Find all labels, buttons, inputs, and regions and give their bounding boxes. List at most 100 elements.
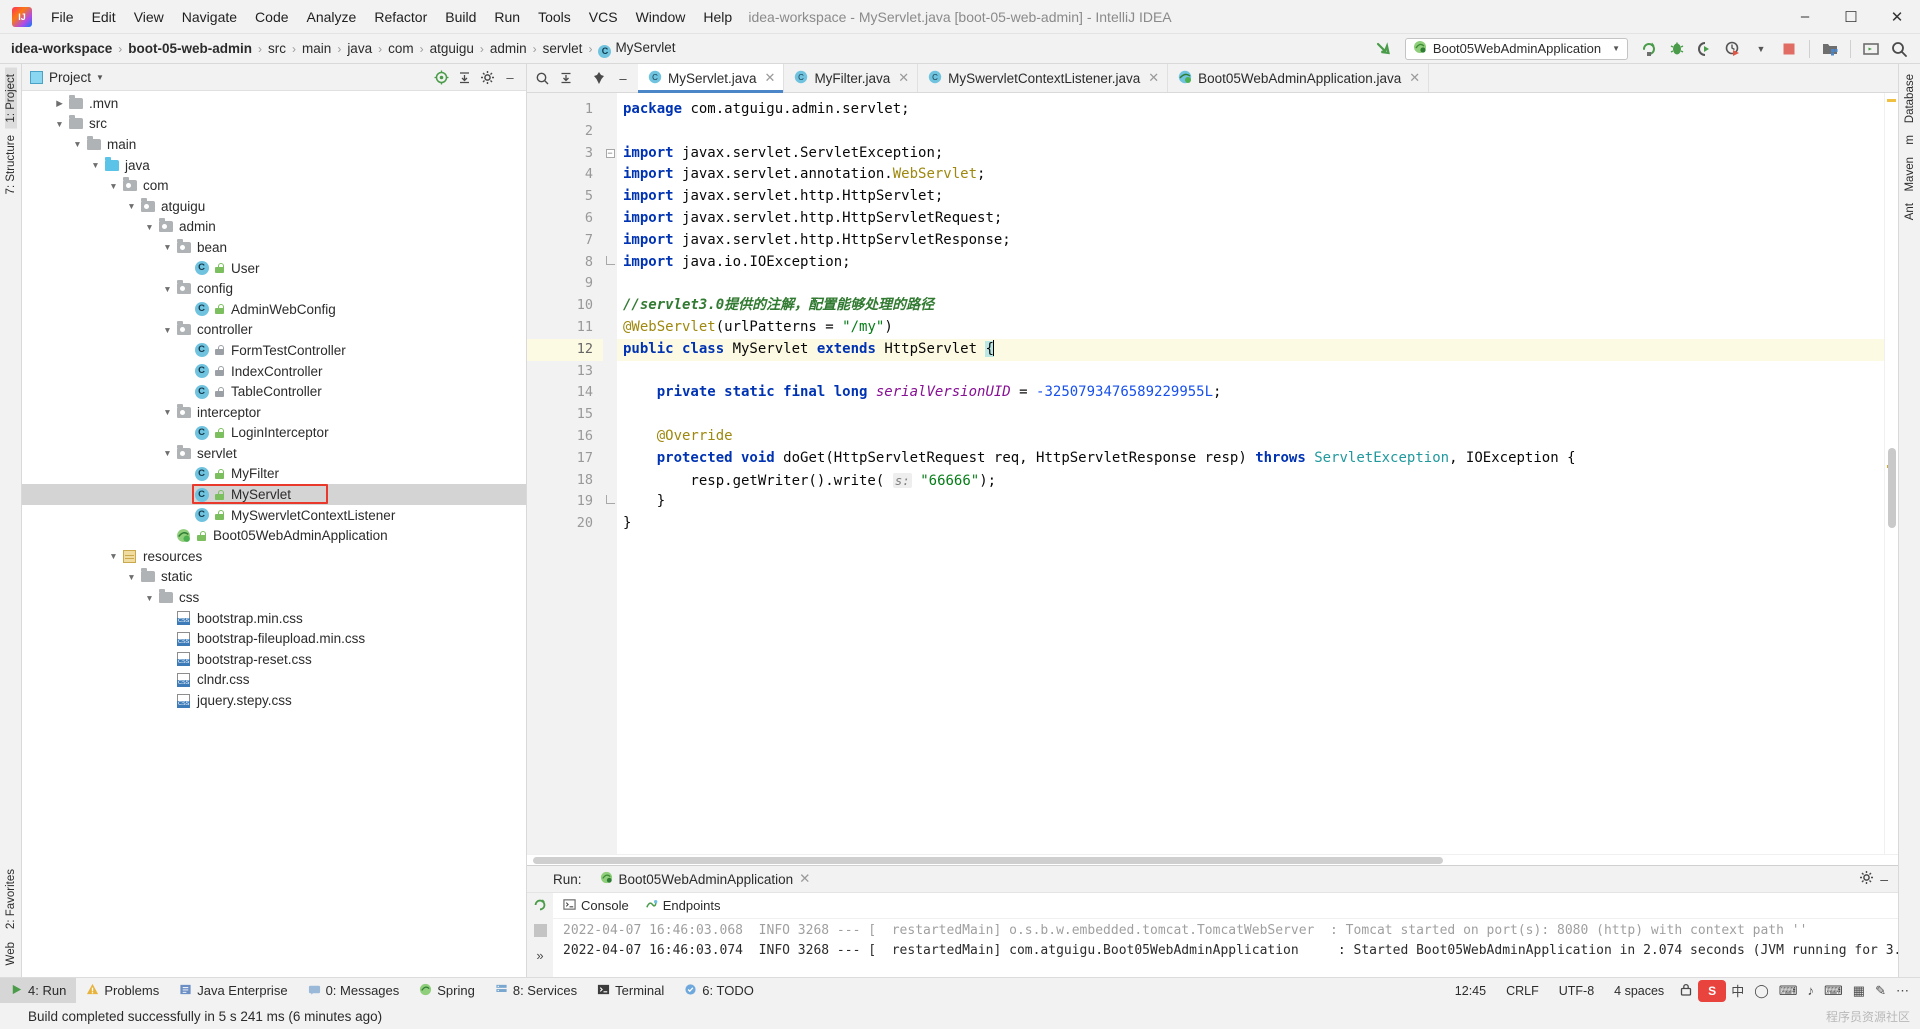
ime-item-more[interactable]: ⋯ [1891, 983, 1914, 999]
code-editor[interactable]: 1234567891011121314151617↑@◉181920 − pac… [527, 93, 1898, 854]
tree-node-logininterceptor[interactable]: ▶CLoginInterceptor [22, 423, 526, 444]
breadcrumb-item-src[interactable]: src [265, 39, 289, 58]
rail-item-web[interactable]: Web [5, 936, 17, 971]
ime-item-chinese[interactable]: 中 [1726, 981, 1749, 1000]
line-number[interactable]: 15 [527, 404, 603, 426]
chevron-down-icon[interactable]: ▼ [1612, 44, 1620, 53]
tree-node-adminwebconfig[interactable]: ▶CAdminWebConfig [22, 299, 526, 320]
line-number[interactable]: 8 [527, 252, 603, 274]
line-number[interactable]: 18 [527, 470, 603, 492]
code-line[interactable] [617, 404, 1884, 426]
rail-item-database[interactable]: Database [1904, 68, 1916, 129]
stop-icon[interactable] [534, 924, 547, 940]
code-line[interactable] [617, 361, 1884, 383]
tree-node-atguigu[interactable]: ▼atguigu [22, 196, 526, 217]
editor-scrollbar-thumb[interactable] [1888, 448, 1896, 528]
chevron-down-icon[interactable]: ▼ [124, 572, 139, 582]
menu-help[interactable]: Help [694, 5, 741, 29]
tree-node-bean[interactable]: ▼bean [22, 237, 526, 258]
line-number[interactable]: 11 [527, 317, 603, 339]
tree-node-static[interactable]: ▼static [22, 567, 526, 588]
locate-icon[interactable] [531, 67, 553, 89]
code-line[interactable]: @WebServlet(urlPatterns = "/my") [617, 317, 1884, 339]
tree-node-admin[interactable]: ▼admin [22, 217, 526, 238]
code-line[interactable]: import javax.servlet.http.HttpServlet; [617, 186, 1884, 208]
chevron-down-icon[interactable]: ▼ [106, 181, 121, 191]
menu-vcs[interactable]: VCS [580, 5, 627, 29]
search-everywhere-icon[interactable] [1886, 37, 1912, 61]
tree-node-bootstrap-min-css[interactable]: ▶bootstrap.min.css [22, 608, 526, 629]
hide-panel-icon[interactable]: – [500, 67, 520, 87]
menu-window[interactable]: Window [627, 5, 695, 29]
editor-marker-track[interactable] [1884, 93, 1898, 854]
code-line[interactable]: import javax.servlet.ServletException; [617, 143, 1884, 165]
line-separator[interactable]: CRLF [1496, 984, 1549, 998]
profiler-icon[interactable] [1720, 37, 1746, 61]
indent-setting[interactable]: 4 spaces [1604, 984, 1674, 998]
fold-end-marker[interactable] [603, 252, 617, 274]
code-line[interactable]: package com.atguigu.admin.servlet; [617, 99, 1884, 121]
run-subtab-endpoints[interactable]: Endpoints [645, 898, 721, 914]
code-content[interactable]: package com.atguigu.admin.servlet; import… [617, 93, 1884, 854]
breadcrumb-item-main[interactable]: main [299, 39, 334, 58]
menu-run[interactable]: Run [485, 5, 529, 29]
editor-tab-bootapplication[interactable]: Boot05WebAdminApplication.java ✕ [1168, 64, 1429, 92]
gear-icon[interactable] [1859, 870, 1874, 888]
fold-end-marker[interactable] [603, 491, 617, 513]
chevron-right-icon[interactable]: ▶ [52, 98, 67, 109]
code-line[interactable]: protected void doGet(HttpServletRequest … [617, 448, 1884, 470]
tree-node-src[interactable]: ▼src [22, 114, 526, 135]
menu-build[interactable]: Build [436, 5, 485, 29]
breadcrumb-item-module[interactable]: boot-05-web-admin [125, 39, 255, 58]
tree-node--mvn[interactable]: ▶.mvn [22, 93, 526, 114]
code-line[interactable] [617, 121, 1884, 143]
chevron-down-icon[interactable]: ▼ [160, 284, 175, 294]
tree-node-resources[interactable]: ▼resources [22, 546, 526, 567]
menu-refactor[interactable]: Refactor [365, 5, 436, 29]
code-line[interactable]: public class MyServlet extends HttpServl… [617, 339, 1884, 361]
run-subtab-console[interactable]: Console [563, 898, 629, 914]
scroll-to-end-icon[interactable]: » [536, 948, 543, 963]
chevron-down-icon[interactable]: ▼ [160, 407, 175, 417]
chevron-down-icon[interactable]: ▼ [160, 448, 175, 458]
tree-node-indexcontroller[interactable]: ▶CIndexController [22, 361, 526, 382]
close-icon[interactable]: ✕ [1409, 70, 1420, 86]
status-tab-todo[interactable]: 6: TODO [674, 978, 764, 1004]
menu-file[interactable]: File [42, 5, 83, 29]
tree-node-servlet[interactable]: ▼servlet [22, 443, 526, 464]
back-arrow-icon[interactable] [1371, 37, 1397, 61]
ime-item-voice[interactable]: ♪ [1803, 983, 1820, 998]
line-number[interactable]: 6 [527, 208, 603, 230]
breadcrumb-item-atguigu[interactable]: atguigu [427, 39, 477, 58]
status-tab-services[interactable]: 8: Services [485, 978, 587, 1004]
code-line[interactable]: } [617, 513, 1884, 535]
run-panel-tab[interactable]: Boot05WebAdminApplication ✕ [594, 871, 817, 887]
tree-node-interceptor[interactable]: ▼interceptor [22, 402, 526, 423]
code-line[interactable] [617, 273, 1884, 295]
stop-icon[interactable] [1776, 37, 1802, 61]
menu-navigate[interactable]: Navigate [173, 5, 246, 29]
lock-icon[interactable] [1674, 983, 1698, 999]
rail-item-structure[interactable]: 7: Structure [5, 129, 17, 200]
locate-file-icon[interactable] [431, 67, 451, 87]
chevron-down-icon[interactable]: ▼ [160, 242, 175, 252]
tree-node-main[interactable]: ▼main [22, 134, 526, 155]
line-number[interactable]: 10 [527, 295, 603, 317]
ime-item-circle[interactable]: ◯ [1749, 983, 1774, 999]
line-number-gutter[interactable]: 1234567891011121314151617↑@◉181920 [527, 93, 603, 854]
rail-item-favorites[interactable]: 2: Favorites [5, 863, 17, 935]
chevron-down-icon[interactable]: ▼ [52, 119, 67, 129]
rail-item-project[interactable]: 1: Project [5, 68, 17, 129]
ime-item-pen[interactable]: ✎ [1870, 983, 1891, 999]
line-number[interactable]: 12 [527, 339, 603, 361]
line-number[interactable]: 5 [527, 186, 603, 208]
menu-view[interactable]: View [125, 5, 173, 29]
editor-horizontal-scrollbar[interactable] [527, 854, 1898, 865]
line-number[interactable]: 17↑@◉ [527, 448, 603, 470]
rail-item-ant[interactable]: Ant [1904, 197, 1916, 226]
code-line[interactable]: import javax.servlet.annotation.WebServl… [617, 164, 1884, 186]
tree-node-bootstrap-reset-css[interactable]: ▶bootstrap-reset.css [22, 649, 526, 670]
line-number[interactable]: 7 [527, 230, 603, 252]
tree-node-tablecontroller[interactable]: ▶CTableController [22, 381, 526, 402]
tree-node-config[interactable]: ▼config [22, 278, 526, 299]
